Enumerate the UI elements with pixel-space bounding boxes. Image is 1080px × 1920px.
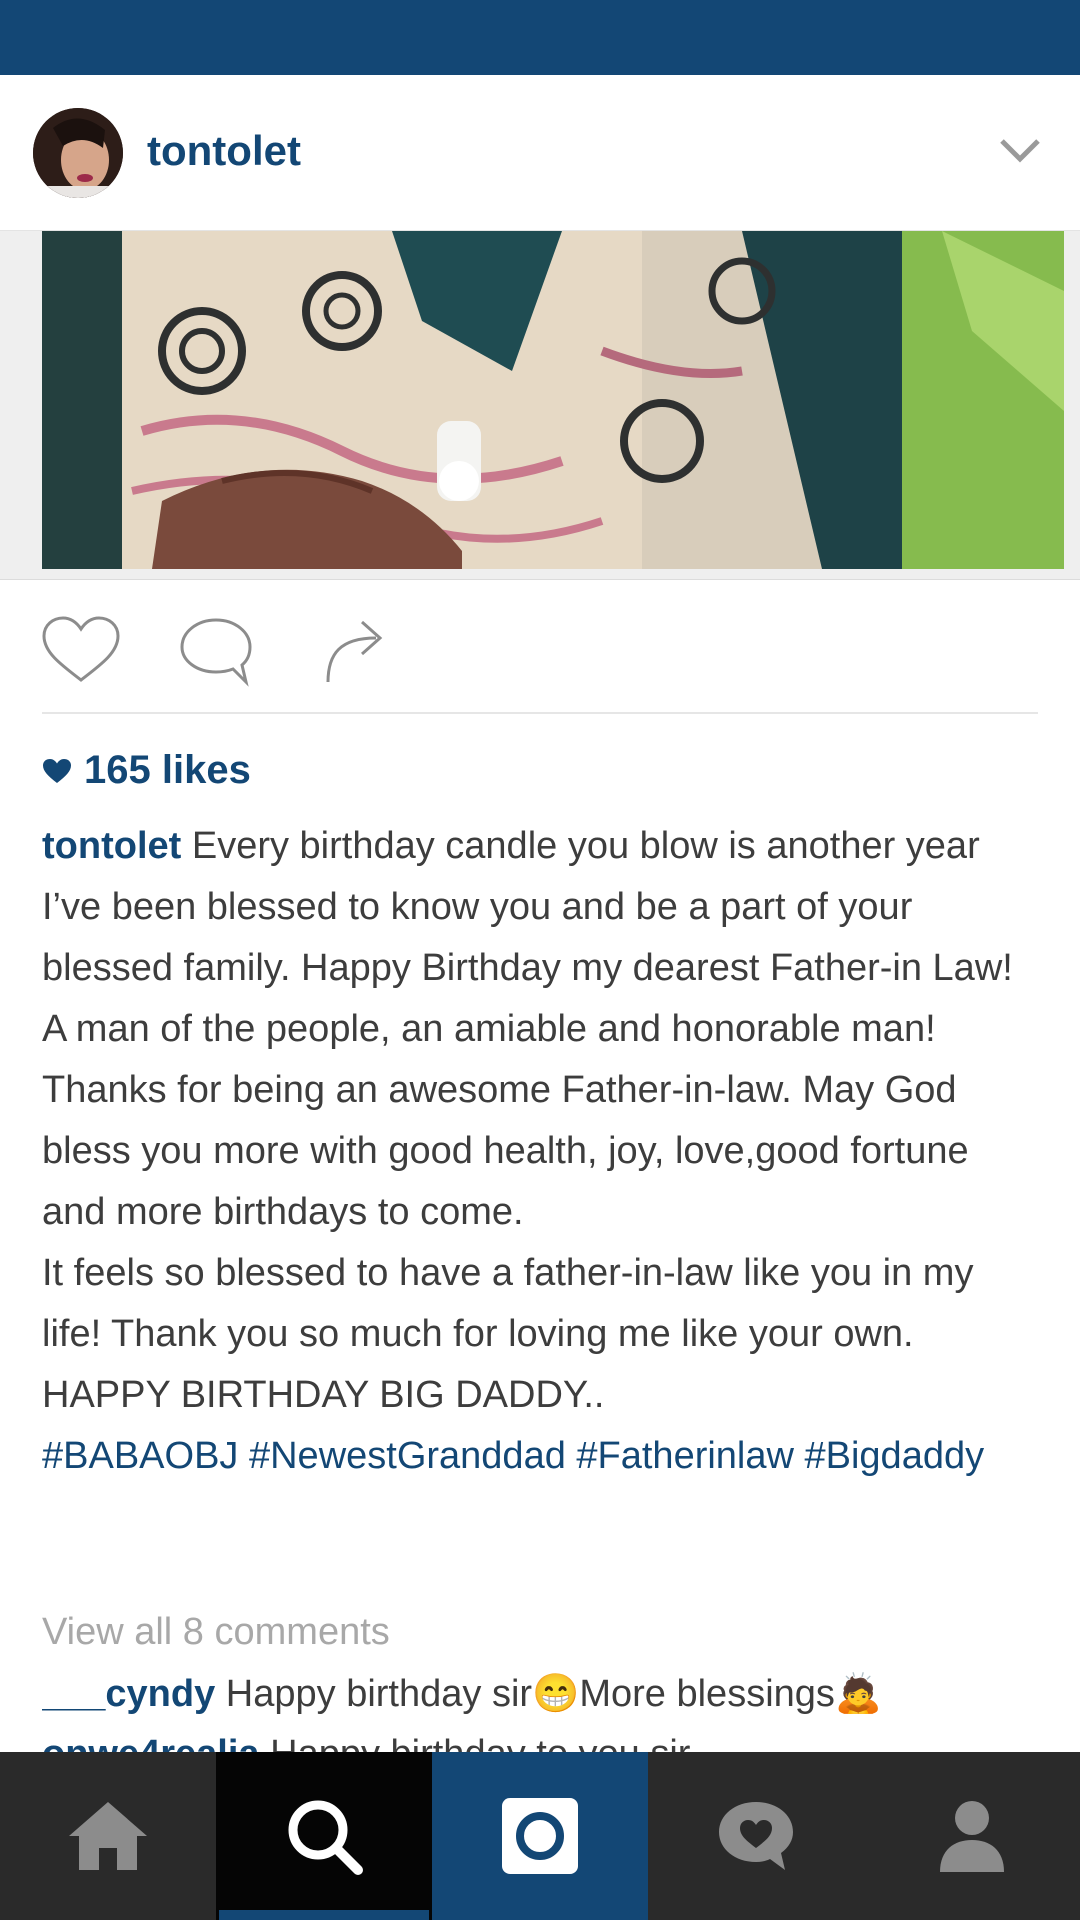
nav-camera[interactable] — [432, 1752, 648, 1920]
profile-icon — [940, 1801, 1004, 1872]
comment-icon[interactable] — [178, 614, 254, 688]
comment-text: Happy birthday to you sir — [260, 1733, 690, 1752]
caption-hashtags[interactable]: #BABAOBJ #NewestGranddad #Fatherinlaw #B… — [42, 1426, 1042, 1487]
share-icon[interactable] — [322, 614, 388, 686]
avatar[interactable] — [33, 108, 123, 198]
caption-text-2: It feels so blessed to have a father-in-… — [42, 1252, 974, 1416]
nav-profile[interactable] — [864, 1752, 1080, 1920]
caption-username[interactable]: tontolet — [42, 825, 181, 867]
heart-icon[interactable] — [40, 614, 122, 686]
search-icon — [288, 1800, 363, 1875]
nav-home[interactable] — [0, 1752, 216, 1920]
home-icon — [69, 1802, 147, 1870]
heart-small-icon — [43, 758, 71, 783]
comment-item: onwe4realia Happy birthday to you sir — [42, 1724, 1042, 1752]
caption-text-1: Every birthday candle you blow is anothe… — [42, 825, 1013, 1233]
post-username[interactable]: tontolet — [147, 127, 301, 175]
comment-username[interactable]: onwe4realia — [42, 1733, 260, 1752]
likes-count[interactable]: 165 likes — [42, 748, 251, 793]
camera-icon — [502, 1798, 578, 1874]
bottom-nav — [0, 1752, 1080, 1920]
likes-text: 165 likes — [84, 748, 251, 792]
status-bar — [0, 0, 1080, 75]
comment-item: ___cyndy Happy birthday sir😁More blessin… — [42, 1664, 1042, 1725]
nav-search[interactable] — [216, 1752, 432, 1920]
comment-text: Happy birthday sir😁More blessings🙇 — [215, 1673, 883, 1715]
chevron-down-icon[interactable] — [998, 135, 1042, 165]
post-caption: tontolet Every birthday candle you blow … — [42, 816, 1042, 1487]
comment-username[interactable]: ___cyndy — [42, 1673, 215, 1715]
post-photo-area — [0, 231, 1080, 580]
actions-divider — [42, 712, 1038, 714]
post-photo[interactable] — [42, 231, 1064, 569]
activity-heart-icon — [719, 1802, 793, 1870]
post-actions — [0, 600, 1080, 710]
post-header: tontolet — [0, 75, 1080, 231]
nav-activity[interactable] — [648, 1752, 864, 1920]
view-all-comments-link[interactable]: View all 8 comments — [42, 1602, 390, 1663]
